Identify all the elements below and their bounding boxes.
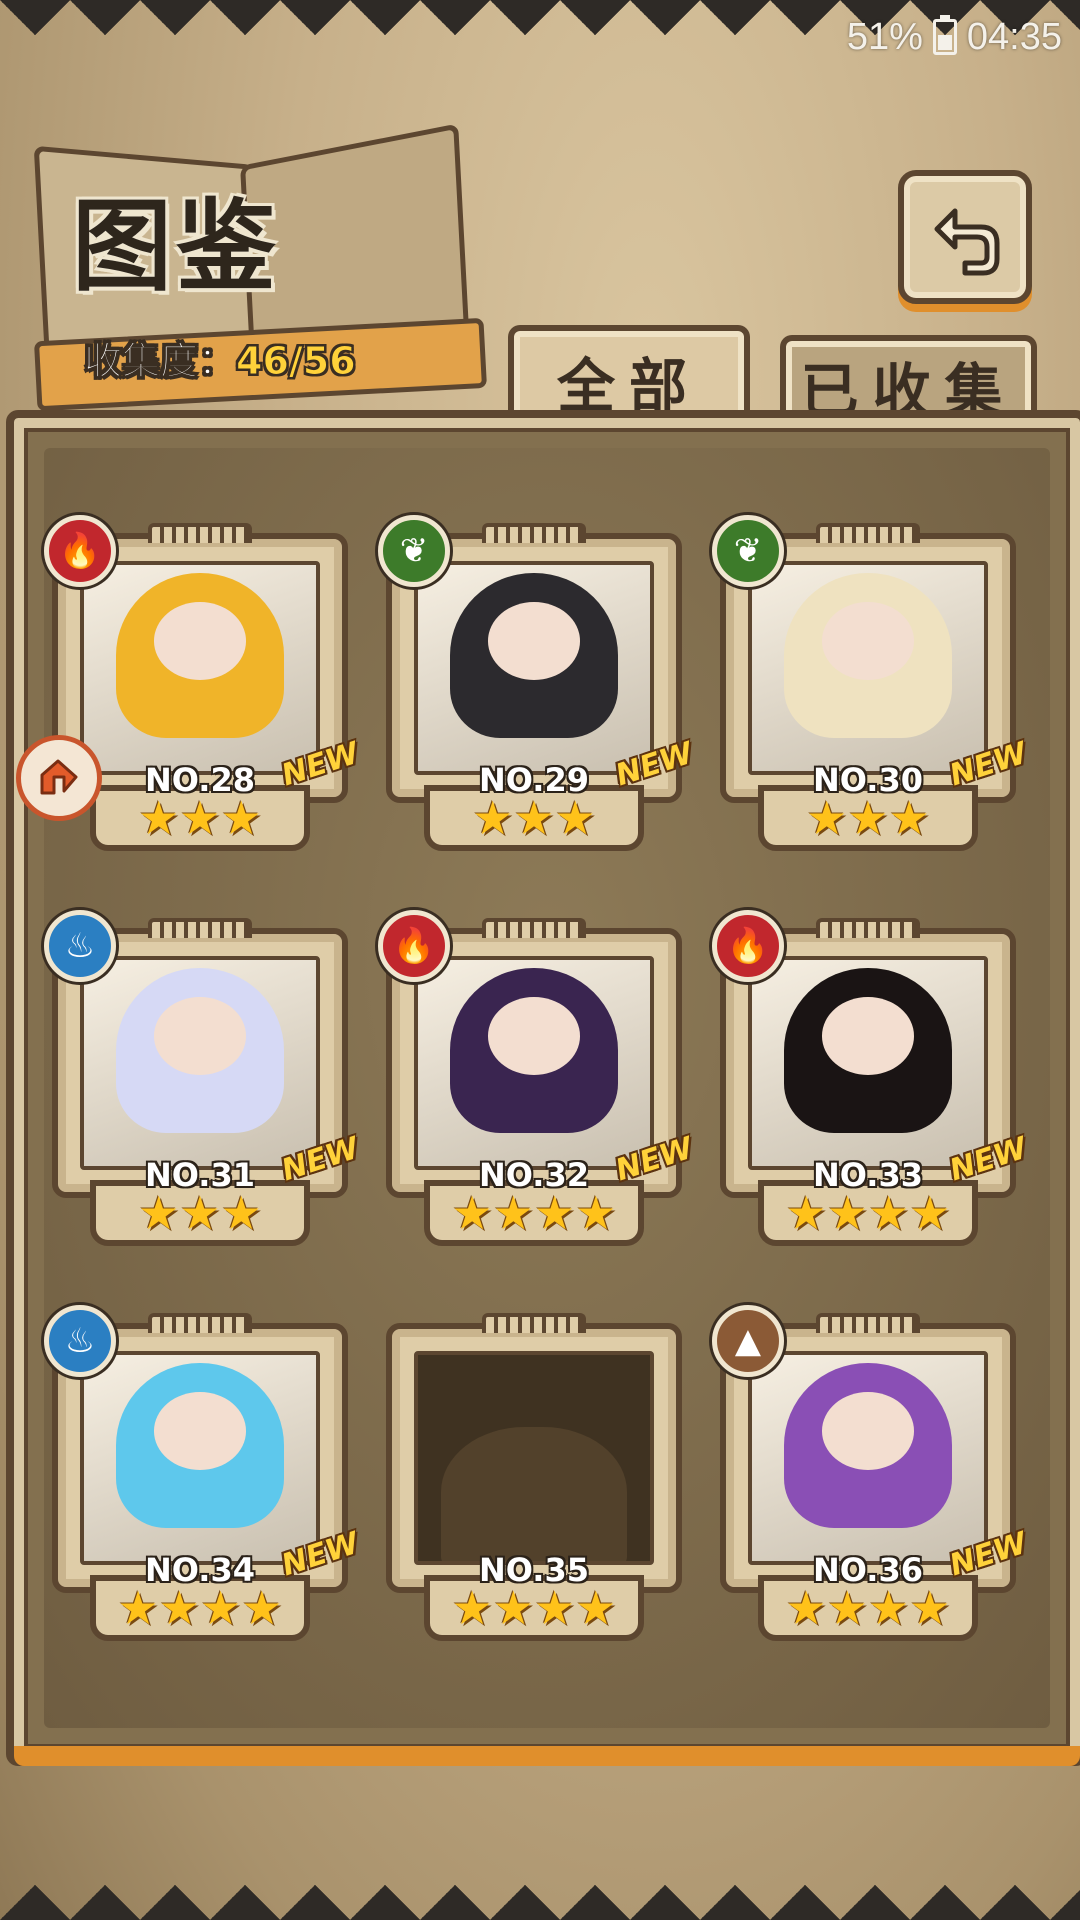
panel-bottom-bar <box>14 1746 1080 1766</box>
star-icon: ★★★★ <box>451 1186 617 1240</box>
character-portrait <box>414 956 654 1170</box>
collection-label: 收集度： <box>83 339 237 384</box>
character-portrait <box>80 561 320 775</box>
side-marker-button[interactable] <box>16 735 102 821</box>
battery-icon <box>932 15 957 55</box>
character-card[interactable]: NO.31 NEW ★★★ ♨ <box>44 910 363 1250</box>
character-portrait <box>748 561 988 775</box>
earth-icon: ▲ <box>712 1305 784 1377</box>
clock: 04:35 <box>966 15 1062 58</box>
character-face <box>821 602 915 681</box>
character-face <box>153 602 247 681</box>
collection-value: 46/56 <box>236 339 357 384</box>
character-card[interactable]: NO.36 NEW ★★★★ ▲ <box>712 1305 1031 1645</box>
fire-icon: 🔥 <box>44 515 116 587</box>
battery-percent: 51% <box>846 15 923 58</box>
star-icon: ★★★★ <box>785 1186 951 1240</box>
character-face <box>153 997 247 1076</box>
star-icon: ★★★★ <box>117 1581 283 1635</box>
fire-icon: 🔥 <box>712 910 784 982</box>
water-icon: ♨ <box>44 1305 116 1377</box>
character-portrait <box>80 956 320 1170</box>
character-portrait <box>748 956 988 1170</box>
back-button[interactable] <box>898 170 1032 304</box>
character-card[interactable]: NO.32 NEW ★★★★ 🔥 <box>378 910 697 1250</box>
arrow-marker-icon <box>40 759 78 795</box>
star-icon: ★★★★ <box>451 1581 617 1635</box>
character-card[interactable]: NO.35 ★★★★ <box>386 1305 682 1645</box>
star-icon: ★★★ <box>806 791 930 845</box>
character-card[interactable]: NO.33 NEW ★★★★ 🔥 <box>712 910 1031 1250</box>
star-icon: ★★★ <box>472 791 596 845</box>
character-card[interactable]: NO.29 NEW ★★★ ❦ <box>378 515 697 855</box>
star-icon: ★★★ <box>138 1186 262 1240</box>
character-portrait <box>80 1351 320 1565</box>
character-face <box>487 602 581 681</box>
character-portrait <box>414 561 654 775</box>
star-icon: ★★★ <box>138 791 262 845</box>
page-title: 图鉴 <box>72 187 280 305</box>
card-number: NO.35 <box>479 1551 589 1589</box>
water-icon: ♨ <box>44 910 116 982</box>
character-face <box>153 1392 247 1471</box>
leaf-icon: ❦ <box>712 515 784 587</box>
card-frame: NO.35 <box>386 1313 682 1593</box>
character-face <box>821 997 915 1076</box>
return-arrow-icon <box>934 208 1000 276</box>
collection-progress: 收集度：46/56 <box>83 330 357 385</box>
status-bar: 51% 04:35 <box>847 12 1062 62</box>
fire-icon: 🔥 <box>378 910 450 982</box>
character-silhouette <box>441 1426 627 1561</box>
character-card[interactable]: NO.28 NEW ★★★ 🔥 <box>44 515 363 855</box>
leaf-icon: ❦ <box>378 515 450 587</box>
character-face <box>487 997 581 1076</box>
bottom-border <box>0 1850 1080 1920</box>
character-card[interactable]: NO.34 NEW ★★★★ ♨ <box>44 1305 363 1645</box>
character-portrait <box>748 1351 988 1565</box>
locked-portrait <box>414 1351 654 1565</box>
star-icon: ★★★★ <box>785 1581 951 1635</box>
character-card[interactable]: NO.30 NEW ★★★ ❦ <box>712 515 1031 855</box>
character-face <box>821 1392 915 1471</box>
